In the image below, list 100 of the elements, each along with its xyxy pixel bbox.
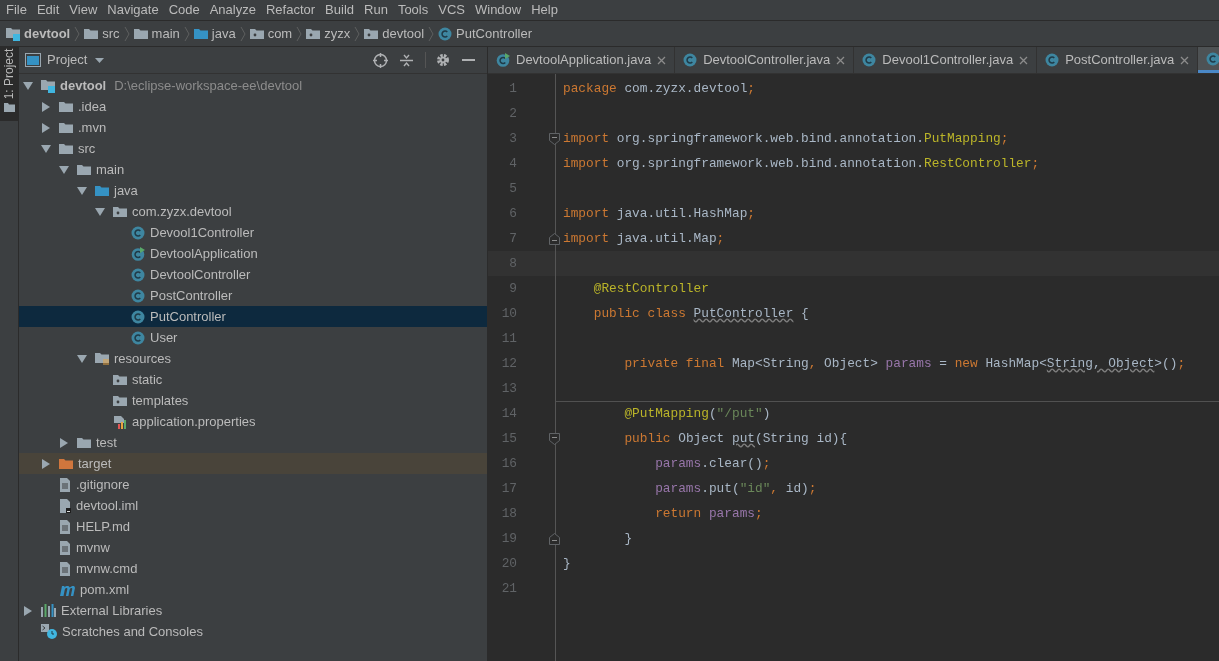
breadcrumb-item[interactable]: src	[102, 23, 120, 44]
panel-title[interactable]: Project	[47, 50, 88, 70]
menu-item[interactable]: Build	[321, 0, 358, 20]
line-number: 7	[508, 229, 517, 248]
breadcrumb-item[interactable]: main	[151, 23, 180, 44]
menu-item[interactable]: VCS	[434, 0, 469, 20]
tree-item[interactable]: Scratches and Consoles	[19, 621, 487, 642]
tree-item[interactable]: .mvn	[19, 117, 487, 138]
tree-item[interactable]: DevtoolApplication	[19, 243, 487, 264]
tree-item[interactable]: DevtoolController	[19, 264, 487, 285]
package-folder-icon	[113, 373, 127, 386]
tree-item[interactable]: devtool.iml	[19, 495, 487, 516]
menu-item[interactable]: Code	[164, 0, 204, 20]
tree-item[interactable]: PutController	[19, 306, 487, 327]
dropdown-caret-icon[interactable]	[95, 57, 105, 63]
text-file-icon	[59, 561, 71, 576]
folder-icon	[59, 457, 73, 470]
menu-item[interactable]: Help	[527, 0, 562, 20]
menu-item[interactable]: Refactor	[261, 0, 320, 20]
collapse-all-icon[interactable]	[400, 53, 413, 67]
tree-item[interactable]: main	[19, 159, 487, 180]
line-number: 6	[508, 204, 517, 223]
line-number: 2	[508, 104, 517, 123]
tree-item[interactable]: test	[19, 432, 487, 453]
code-line: public class PutController {	[592, 304, 809, 323]
breadcrumb-item[interactable]: zyzx	[324, 23, 351, 44]
expanded-arrow-icon	[59, 165, 69, 174]
tree-item[interactable]: User	[19, 327, 487, 348]
breadcrumb-item[interactable]: devtool	[24, 23, 71, 44]
tree-item[interactable]: HELP.md	[19, 516, 487, 537]
menu-item[interactable]: Window	[470, 0, 526, 20]
code-line: @PutMapping("/put")	[623, 405, 771, 424]
tree-item[interactable]: java	[19, 180, 487, 201]
settings-icon[interactable]	[436, 53, 450, 67]
class-icon	[1045, 53, 1060, 67]
folder-icon	[59, 142, 73, 155]
code-line: @RestController	[592, 279, 709, 298]
collapsed-arrow-icon	[41, 458, 51, 469]
tree-item[interactable]: com.zyzx.devtool	[19, 201, 487, 222]
chevron-icon	[183, 26, 190, 41]
tree-item[interactable]: pom.xml	[19, 579, 487, 600]
tree-item[interactable]: External Libraries	[19, 600, 487, 621]
runnable-class-icon	[496, 53, 510, 67]
line-number: 3	[508, 129, 517, 148]
close-icon[interactable]	[836, 55, 846, 65]
locate-icon[interactable]	[373, 52, 388, 68]
tree-item[interactable]: devtool D:\eclipse-workspace-ee\devtool	[19, 75, 487, 96]
text-file-icon	[59, 540, 71, 555]
tree-item[interactable]: target	[19, 453, 487, 474]
expanded-arrow-icon	[23, 81, 33, 90]
breadcrumb-item[interactable]: com	[267, 23, 293, 44]
chevron-icon	[428, 26, 435, 41]
tree-item[interactable]: Devool1Controller	[19, 222, 487, 243]
code-line: public Object put(String id){	[623, 429, 848, 448]
line-number: 15	[500, 429, 517, 448]
close-icon[interactable]	[657, 55, 667, 65]
chevron-icon	[239, 26, 246, 41]
menu-item[interactable]: Analyze	[205, 0, 260, 20]
collapsed-arrow-icon	[41, 101, 51, 112]
chevron-icon	[296, 26, 303, 41]
code-line: package com.zyzx.devtool;	[563, 79, 755, 98]
class-icon	[131, 330, 145, 345]
class-icon	[683, 53, 698, 67]
tree-item[interactable]: .idea	[19, 96, 487, 117]
class-icon	[131, 309, 145, 324]
tree-item[interactable]: PostController	[19, 285, 487, 306]
tree-item[interactable]: mvnw.cmd	[19, 558, 487, 579]
tree-item[interactable]: .gitignore	[19, 474, 487, 495]
close-icon[interactable]	[1180, 55, 1190, 65]
code-line: import org.springframework.web.bind.annotation.PutMapping;	[563, 129, 1009, 148]
tree-item[interactable]: src	[19, 138, 487, 159]
menu-item[interactable]: File	[2, 0, 31, 20]
line-number: 20	[500, 554, 517, 573]
menu-item[interactable]: View	[65, 0, 102, 20]
expanded-arrow-icon	[41, 144, 51, 153]
breadcrumb-item[interactable]: devtool	[382, 23, 425, 44]
tree-item[interactable]: mvnw	[19, 537, 487, 558]
menu-item[interactable]: Run	[360, 0, 392, 20]
module-file-icon	[59, 498, 71, 513]
package-folder-icon	[113, 394, 127, 407]
expanded-arrow-icon	[77, 186, 87, 195]
collapsed-arrow-icon	[23, 605, 33, 616]
tree-item[interactable]: templates	[19, 390, 487, 411]
tree-item[interactable]: resources	[19, 348, 487, 369]
tree-item[interactable]: application.properties	[19, 411, 487, 432]
line-number: 12	[500, 354, 517, 373]
menu-item[interactable]: Navigate	[103, 0, 163, 20]
runnable-class-icon	[131, 246, 145, 261]
close-icon[interactable]	[1019, 55, 1029, 65]
line-number: 13	[500, 379, 517, 398]
tree-item[interactable]: static	[19, 369, 487, 390]
line-number: 5	[508, 179, 517, 198]
menu-item[interactable]: Edit	[32, 0, 64, 20]
package-folder-icon	[249, 27, 264, 40]
folder-icon	[59, 100, 73, 113]
project-tool-tab[interactable]: 1: Project	[0, 47, 19, 121]
breadcrumb-item[interactable]: java	[211, 23, 236, 44]
module-folder-icon	[6, 26, 20, 41]
breadcrumb-item[interactable]: PutController	[456, 23, 532, 44]
menu-item[interactable]: Tools	[393, 0, 433, 20]
